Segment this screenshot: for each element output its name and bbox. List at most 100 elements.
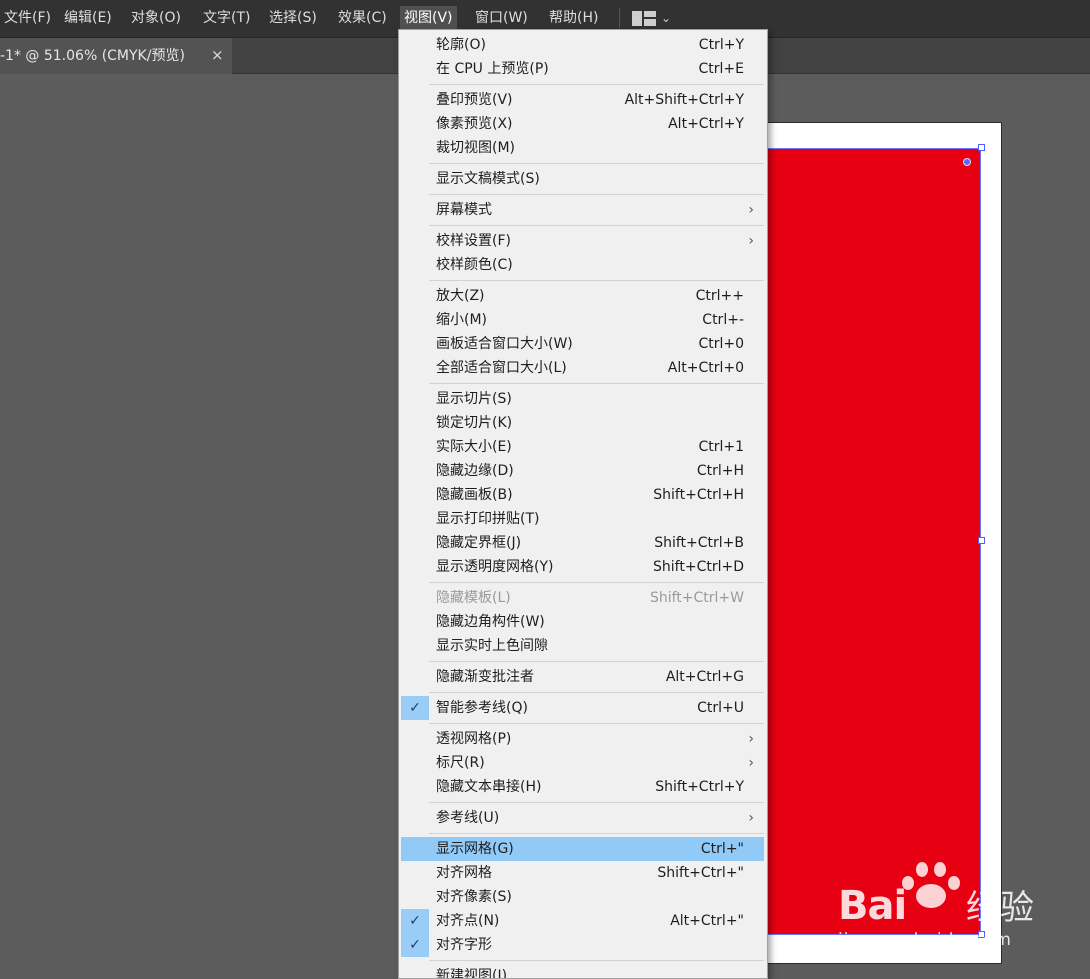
submenu-arrow-icon: › (748, 810, 754, 826)
menu-file[interactable]: 文件(F) (0, 6, 55, 30)
menu-item-label: 参考线(U) (436, 810, 500, 826)
menu-separator (429, 692, 764, 693)
menu-item-shortcut: Alt+Ctrl+" (670, 913, 744, 929)
view-menu-item[interactable]: 隐藏边角构件(W) (401, 610, 764, 634)
menu-separator (429, 661, 764, 662)
selection-handle-middle-right[interactable] (978, 537, 985, 544)
view-menu-item[interactable]: 锁定切片(K) (401, 411, 764, 435)
view-menu-item[interactable]: ✓ 对齐点(N) Alt+Ctrl+" (401, 909, 764, 933)
view-menu-item[interactable]: 显示文稿模式(S) (401, 167, 764, 191)
checkmark-icon: ✓ (401, 696, 429, 720)
view-menu-item[interactable]: 屏幕模式 › (401, 198, 764, 222)
view-menu-item[interactable]: 缩小(M) Ctrl+- (401, 308, 764, 332)
checkmark-icon: ✓ (401, 933, 429, 957)
menu-item-shortcut: Alt+Ctrl+G (665, 669, 744, 685)
view-menu-item[interactable]: 放大(Z) Ctrl++ (401, 284, 764, 308)
workspace-layout-icon[interactable] (632, 11, 656, 26)
menu-type[interactable]: 文字(T) (199, 6, 254, 30)
watermark-url: jingyan.baidu.com (838, 930, 1012, 950)
view-menu-item[interactable]: 显示打印拼贴(T) (401, 507, 764, 531)
view-menu-item[interactable]: 显示透明度网格(Y) Shift+Ctrl+D (401, 555, 764, 579)
view-menu-item[interactable]: 画板适合窗口大小(W) Ctrl+0 (401, 332, 764, 356)
menu-separator (429, 84, 764, 85)
chevron-down-icon[interactable]: ⌄ (661, 9, 671, 27)
menu-item-shortcut: Ctrl+1 (698, 439, 744, 455)
view-menu-item[interactable]: ✓ 智能参考线(Q) Ctrl+U (401, 696, 764, 720)
view-menu-item[interactable]: 隐藏边缘(D) Ctrl+H (401, 459, 764, 483)
view-menu-item[interactable]: 透视网格(P) › (401, 727, 764, 751)
menu-item-label: 对齐字形 (436, 937, 492, 953)
submenu-arrow-icon: › (748, 233, 754, 249)
menu-select[interactable]: 选择(S) (265, 6, 321, 30)
menu-item-label: 像素预览(X) (436, 116, 513, 132)
menu-separator (429, 225, 764, 226)
menu-item-label: 显示切片(S) (436, 391, 512, 407)
view-menu-item[interactable]: 叠印预览(V) Alt+Shift+Ctrl+Y (401, 88, 764, 112)
menu-edit[interactable]: 编辑(E) (60, 6, 116, 30)
menu-help[interactable]: 帮助(H) (545, 6, 602, 30)
view-menu-item[interactable]: 参考线(U) › (401, 806, 764, 830)
menu-item-label: 对齐网格 (436, 865, 492, 881)
view-menu-item[interactable]: 隐藏画板(B) Shift+Ctrl+H (401, 483, 764, 507)
menu-window[interactable]: 窗口(W) (471, 6, 532, 30)
view-menu-dropdown: 轮廓(O) Ctrl+Y 在 CPU 上预览(P) Ctrl+E 叠印预览(V) Alt+… (398, 29, 768, 979)
menu-item-shortcut: Ctrl+Y (698, 37, 744, 53)
menu-item-label: 对齐点(N) (436, 913, 500, 929)
view-menu-item[interactable]: 校样设置(F) › (401, 229, 764, 253)
menu-separator (429, 383, 764, 384)
menu-item-label: 锁定切片(K) (436, 415, 513, 431)
menu-item-shortcut: Shift+Ctrl+" (657, 865, 744, 881)
menu-item-label: 标尺(R) (436, 755, 485, 771)
menu-view[interactable]: 视图(V) (400, 6, 457, 30)
menu-object[interactable]: 对象(O) (127, 6, 185, 30)
submenu-arrow-icon: › (748, 731, 754, 747)
submenu-arrow-icon: › (748, 202, 754, 218)
view-menu-item[interactable]: 隐藏定界框(J) Shift+Ctrl+B (401, 531, 764, 555)
menu-item-label: 新建视图(I)... (436, 968, 521, 979)
checkmark-icon: ✓ (401, 909, 429, 933)
menu-item-label: 隐藏文本串接(H) (436, 779, 542, 795)
view-menu-item[interactable]: 轮廓(O) Ctrl+Y (401, 33, 764, 57)
menu-item-label: 缩小(M) (436, 312, 488, 328)
view-menu-item[interactable]: 对齐像素(S) (401, 885, 764, 909)
menu-separator (429, 723, 764, 724)
menu-item-label: 隐藏模板(L) (436, 590, 511, 606)
view-menu-item[interactable]: 显示网格(G) Ctrl+" (401, 837, 764, 861)
close-icon[interactable]: × (211, 46, 224, 64)
view-menu-item[interactable]: 校样颜色(C) (401, 253, 764, 277)
menu-item-label: 透视网格(P) (436, 731, 512, 747)
view-menu-item[interactable]: 标尺(R) › (401, 751, 764, 775)
menu-separator (429, 163, 764, 164)
view-menu-item[interactable]: 在 CPU 上预览(P) Ctrl+E (401, 57, 764, 81)
view-menu-item[interactable]: 新建视图(I)... (401, 964, 764, 979)
red-rectangle-shape[interactable] (755, 148, 981, 935)
menu-item-label: 隐藏画板(B) (436, 487, 513, 503)
menu-effect[interactable]: 效果(C) (334, 6, 391, 30)
view-menu-item[interactable]: 全部适合窗口大小(L) Alt+Ctrl+0 (401, 356, 764, 380)
baidu-jingyan-watermark: Bai du 经验 jingyan.baidu.com (838, 862, 1038, 952)
menu-item-label: 显示实时上色间隙 (436, 638, 548, 654)
view-menu-item[interactable]: 对齐网格 Shift+Ctrl+" (401, 861, 764, 885)
menu-separator (429, 194, 764, 195)
watermark-brand: Bai (838, 883, 907, 929)
menu-item-shortcut: Ctrl+U (697, 700, 744, 716)
corner-widget-icon[interactable] (963, 158, 971, 166)
view-menu-item[interactable]: 隐藏文本串接(H) Shift+Ctrl+Y (401, 775, 764, 799)
illustrator-window: 文件(F) 编辑(E) 对象(O) 文字(T) 选择(S) 效果(C) 视图(V… (0, 0, 1090, 979)
menu-item-shortcut: Shift+Ctrl+D (653, 559, 744, 575)
menu-item-shortcut: Shift+Ctrl+W (649, 590, 744, 606)
menu-item-shortcut: Ctrl+" (700, 841, 744, 857)
view-menu-item[interactable]: 实际大小(E) Ctrl+1 (401, 435, 764, 459)
view-menu-item[interactable]: 裁切视图(M) (401, 136, 764, 160)
view-menu-item[interactable]: ✓ 对齐字形 (401, 933, 764, 957)
view-menu-item[interactable]: 显示切片(S) (401, 387, 764, 411)
menu-separator (429, 833, 764, 834)
view-menu-item[interactable]: 显示实时上色间隙 (401, 634, 764, 658)
menu-item-shortcut: Ctrl+H (696, 463, 744, 479)
document-tab[interactable]: -1* @ 51.06% (CMYK/预览) × (0, 38, 232, 74)
menu-separator (429, 960, 764, 961)
menu-item-label: 隐藏渐变批注者 (436, 669, 534, 685)
view-menu-item[interactable]: 像素预览(X) Alt+Ctrl+Y (401, 112, 764, 136)
view-menu-item[interactable]: 隐藏渐变批注者 Alt+Ctrl+G (401, 665, 764, 689)
selection-handle-top-right[interactable] (978, 144, 985, 151)
